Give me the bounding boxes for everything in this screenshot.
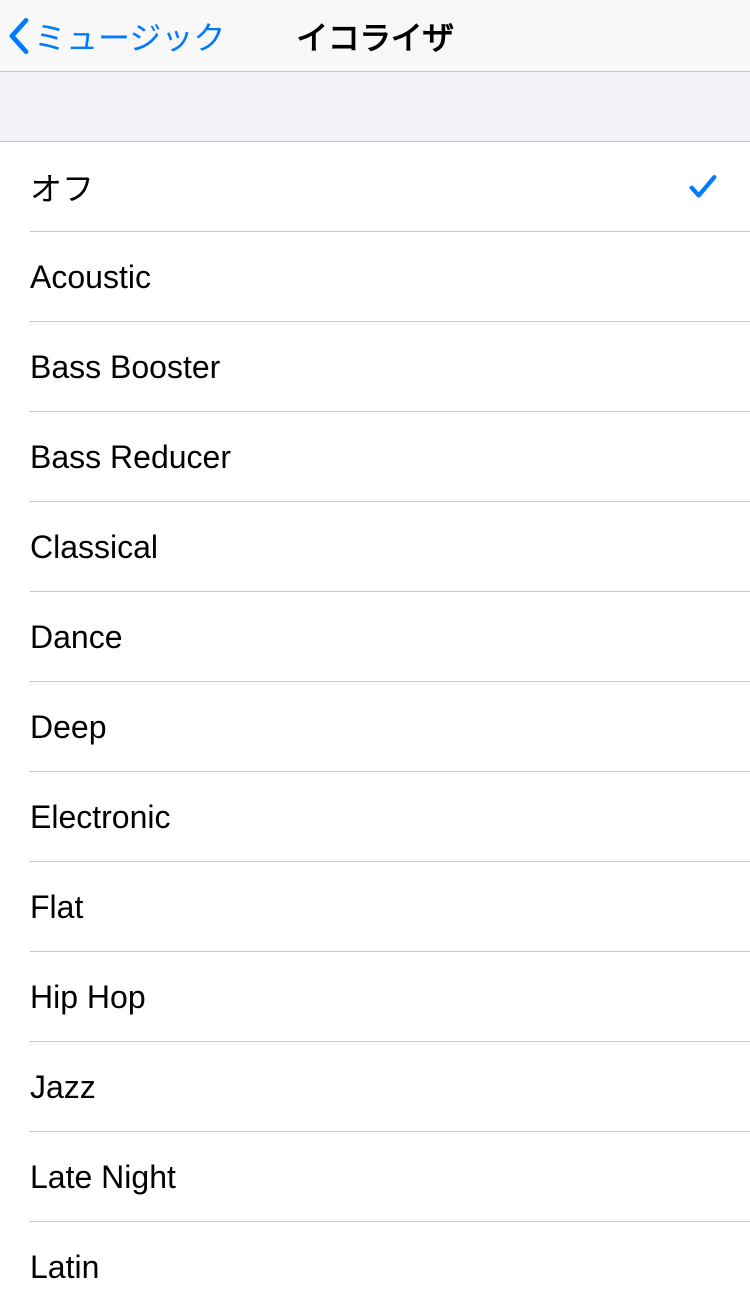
equalizer-option[interactable]: Latin	[0, 1222, 750, 1312]
back-label: ミュージック	[34, 13, 225, 59]
option-label: Flat	[30, 889, 83, 926]
option-label: Bass Reducer	[30, 439, 231, 476]
option-label: Deep	[30, 709, 107, 746]
option-label: Classical	[30, 529, 158, 566]
equalizer-option[interactable]: Late Night	[0, 1132, 750, 1222]
page-title: イコライザ	[296, 13, 454, 59]
checkmark-icon	[686, 170, 720, 204]
option-label: Dance	[30, 619, 123, 656]
option-label: Bass Booster	[30, 349, 220, 386]
equalizer-option[interactable]: Bass Booster	[0, 322, 750, 412]
equalizer-option[interactable]: Bass Reducer	[0, 412, 750, 502]
equalizer-option[interactable]: オフ	[0, 142, 750, 232]
option-label: Latin	[30, 1249, 99, 1286]
equalizer-option[interactable]: Jazz	[0, 1042, 750, 1132]
equalizer-option[interactable]: Classical	[0, 502, 750, 592]
equalizer-option[interactable]: Deep	[0, 682, 750, 772]
back-button[interactable]: ミュージック	[0, 13, 225, 59]
nav-bar: ミュージック イコライザ	[0, 0, 750, 72]
option-label: Acoustic	[30, 259, 151, 296]
equalizer-option[interactable]: Flat	[0, 862, 750, 952]
option-label: オフ	[30, 164, 94, 210]
equalizer-option[interactable]: Hip Hop	[0, 952, 750, 1042]
equalizer-option[interactable]: Dance	[0, 592, 750, 682]
equalizer-option[interactable]: Acoustic	[0, 232, 750, 322]
option-label: Electronic	[30, 799, 171, 836]
equalizer-option[interactable]: Electronic	[0, 772, 750, 862]
chevron-left-icon	[8, 18, 30, 54]
option-label: Late Night	[30, 1159, 176, 1196]
section-spacer	[0, 72, 750, 142]
equalizer-list: オフ Acoustic Bass Booster Bass Reducer Classi…	[0, 142, 750, 1312]
option-label: Hip Hop	[30, 979, 146, 1016]
option-label: Jazz	[30, 1069, 96, 1106]
